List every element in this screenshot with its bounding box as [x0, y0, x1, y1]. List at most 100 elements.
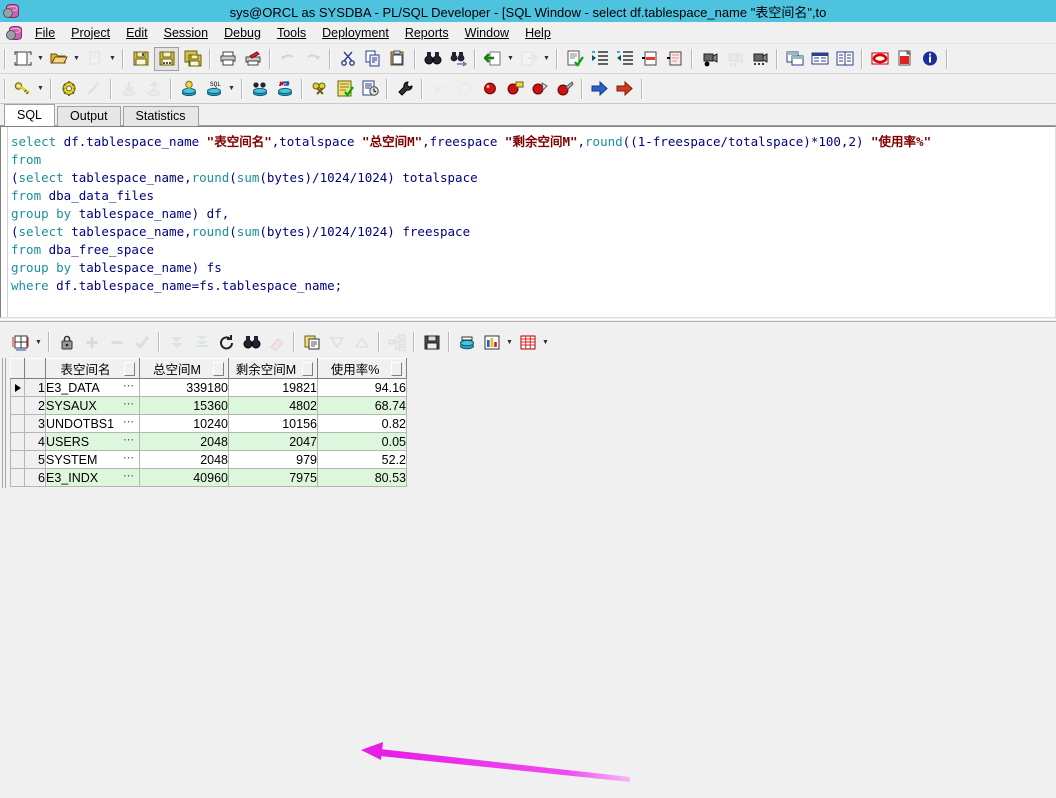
print-button[interactable]: [216, 48, 239, 70]
menu-item-help[interactable]: Help: [517, 24, 559, 42]
table-row[interactable]: 2 SYSAUX ⋯ 15360 4802 68.74: [10, 396, 407, 415]
cell-free-space[interactable]: 19821: [228, 378, 318, 397]
record-macro-button[interactable]: [698, 48, 721, 70]
refresh-button[interactable]: [215, 331, 238, 353]
export-save-button[interactable]: [420, 331, 443, 353]
cell-tablespace-name[interactable]: UNDOTBS1 ⋯: [45, 414, 140, 433]
grid-column-header-1[interactable]: 表空间名: [45, 358, 140, 379]
lock-record-button[interactable]: [55, 331, 78, 353]
cell-usage-rate[interactable]: 0.82: [317, 414, 407, 433]
indent-decrease-button[interactable]: [613, 48, 636, 70]
key-login-button[interactable]: [11, 78, 34, 100]
copy-to-clipboard-button[interactable]: [300, 331, 323, 353]
indent-increase-button[interactable]: [588, 48, 611, 70]
save-as-button[interactable]: [154, 46, 179, 71]
split-windows-button[interactable]: [833, 48, 856, 70]
tile-windows-button[interactable]: [783, 48, 806, 70]
menu-item-debug[interactable]: Debug: [216, 24, 269, 42]
grid-layout-button[interactable]: [9, 331, 32, 353]
export-document-dropdown-arrow[interactable]: ▼: [541, 48, 552, 70]
menu-item-tools[interactable]: Tools: [269, 24, 314, 42]
session-keys-button[interactable]: [308, 78, 331, 100]
column-resize-grip[interactable]: [391, 361, 402, 376]
grid-layout-dropdown-arrow[interactable]: ▼: [33, 331, 44, 353]
cell-total-space[interactable]: 40960: [139, 468, 229, 487]
pdf-export-button[interactable]: [893, 48, 916, 70]
row-selector-cell[interactable]: [10, 414, 25, 433]
table-row[interactable]: 1 E3_DATA ⋯ 339180 19821 94.16: [10, 378, 407, 397]
sql-code-text[interactable]: select df.tablespace_name "表空间名",totalsp…: [1, 127, 1055, 295]
import-green-arrow-button[interactable]: [481, 48, 504, 70]
uncomment-button[interactable]: [663, 48, 686, 70]
breakpoint-clear-button[interactable]: [553, 78, 576, 100]
chart-bar-button[interactable]: [480, 331, 503, 353]
new-document-button[interactable]: [11, 48, 34, 70]
table-red-dropdown-arrow[interactable]: ▼: [540, 331, 551, 353]
grid-column-header-3[interactable]: 剩余空间M: [228, 358, 318, 379]
cell-total-space[interactable]: 2048: [139, 450, 229, 469]
syntax-check-button[interactable]: [563, 48, 586, 70]
cell-tablespace-name[interactable]: SYSTEM ⋯: [45, 450, 140, 469]
new-sql-window-button[interactable]: SQL: [202, 78, 225, 100]
execute-lightbulb-button[interactable]: [177, 78, 200, 100]
grid-corner-cell[interactable]: [10, 358, 25, 379]
print-setup-button[interactable]: [241, 48, 264, 70]
cell-usage-rate[interactable]: 52.2: [317, 450, 407, 469]
about-info-button[interactable]: [918, 48, 941, 70]
breakpoint-add-button[interactable]: [503, 78, 526, 100]
tab-output[interactable]: Output: [57, 106, 121, 126]
grid-column-header-2[interactable]: 总空间M: [139, 358, 229, 379]
tab-statistics[interactable]: Statistics: [122, 106, 199, 126]
row-selector-cell[interactable]: [10, 468, 25, 487]
row-selector-cell[interactable]: [10, 378, 25, 397]
find-binoculars-button[interactable]: [421, 48, 444, 70]
menu-item-project[interactable]: Project: [63, 24, 118, 42]
chart-bar-dropdown-arrow[interactable]: ▼: [504, 331, 515, 353]
gear-settings-button[interactable]: [57, 78, 80, 100]
import-green-arrow-dropdown-arrow[interactable]: ▼: [505, 48, 516, 70]
cell-free-space[interactable]: 979: [228, 450, 318, 469]
new-sql-window-dropdown-arrow[interactable]: ▼: [226, 78, 237, 100]
column-resize-grip[interactable]: [302, 361, 313, 376]
save-all-button[interactable]: [181, 48, 204, 70]
table-row[interactable]: 4 USERS ⋯ 2048 2047 0.05: [10, 432, 407, 451]
cell-free-space[interactable]: 10156: [228, 414, 318, 433]
menu-item-deployment[interactable]: Deployment: [314, 24, 397, 42]
table-red-button[interactable]: [516, 331, 539, 353]
menu-item-session[interactable]: Session: [156, 24, 216, 42]
oracle-red-button[interactable]: [868, 48, 891, 70]
cell-usage-rate[interactable]: 68.74: [317, 396, 407, 415]
row-selector-cell[interactable]: [10, 432, 25, 451]
new-document-dropdown-arrow[interactable]: ▼: [35, 48, 46, 70]
cell-total-space[interactable]: 339180: [139, 378, 229, 397]
wrench-tools-button[interactable]: [393, 78, 416, 100]
table-row[interactable]: 5 SYSTEM ⋯ 2048 979 52.2: [10, 450, 407, 469]
find-binoculars-button[interactable]: [240, 331, 263, 353]
menu-item-window[interactable]: Window: [457, 24, 517, 42]
menu-item-reports[interactable]: Reports: [397, 24, 457, 42]
query-data-button[interactable]: [455, 331, 478, 353]
menu-item-file[interactable]: File: [27, 24, 63, 42]
column-resize-grip[interactable]: [124, 361, 135, 376]
copy-button[interactable]: [361, 48, 384, 70]
find-next-button[interactable]: [446, 48, 469, 70]
explain-plan-button[interactable]: [248, 78, 271, 100]
cell-usage-rate[interactable]: 0.05: [317, 432, 407, 451]
cell-tablespace-name[interactable]: E3_DATA ⋯: [45, 378, 140, 397]
sql-editor[interactable]: select df.tablespace_name "表空间名",totalsp…: [0, 126, 1056, 318]
print-preview-dropdown-arrow[interactable]: ▼: [107, 48, 118, 70]
breakpoint-red-button[interactable]: [478, 78, 501, 100]
cell-free-space[interactable]: 4802: [228, 396, 318, 415]
cell-tablespace-name[interactable]: USERS ⋯: [45, 432, 140, 451]
open-folder-dropdown-arrow[interactable]: ▼: [71, 48, 82, 70]
table-row[interactable]: 6 E3_INDX ⋯ 40960 7975 80.53: [10, 468, 407, 487]
cell-tablespace-name[interactable]: E3_INDX ⋯: [45, 468, 140, 487]
paste-clipboard-button[interactable]: [386, 48, 409, 70]
play-macro-button[interactable]: [748, 48, 771, 70]
cell-total-space[interactable]: 15360: [139, 396, 229, 415]
row-selector-cell[interactable]: [10, 396, 25, 415]
cell-usage-rate[interactable]: 80.53: [317, 468, 407, 487]
cell-total-space[interactable]: 2048: [139, 432, 229, 451]
test-script-button[interactable]: [333, 78, 356, 100]
save-button[interactable]: [129, 48, 152, 70]
